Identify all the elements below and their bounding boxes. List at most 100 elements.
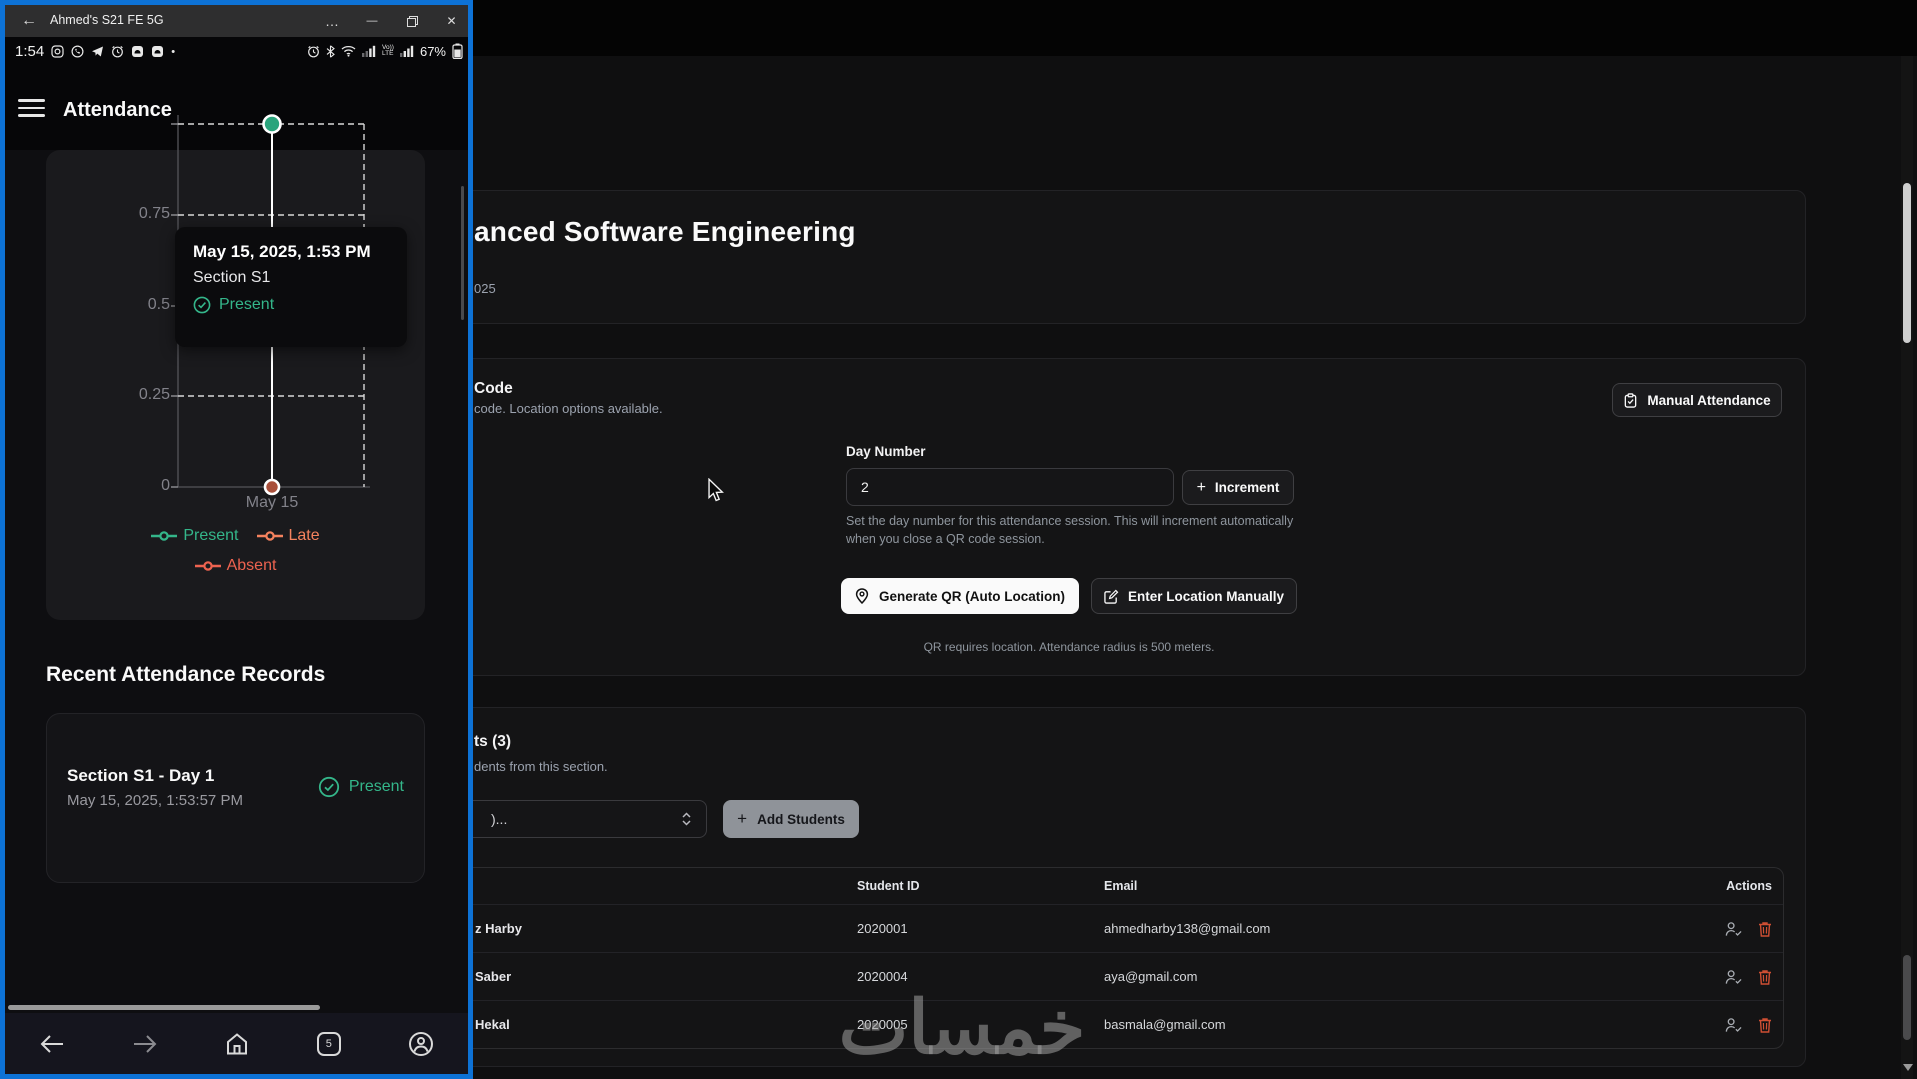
generate-qr-label: Generate QR (Auto Location) (879, 589, 1065, 604)
attendance-chart[interactable] (40, 90, 440, 630)
student-name: Hekal (441, 1017, 857, 1032)
window-maximize-button[interactable] (397, 5, 427, 37)
legend-marker-icon (195, 560, 221, 572)
nav-back-icon[interactable] (39, 1033, 65, 1055)
window-minimize-button[interactable]: — (357, 5, 387, 37)
phone-horizontal-scrollbar[interactable] (8, 1005, 320, 1010)
ellipsis-icon: … (325, 13, 339, 29)
students-subtitle: dents from this section. (474, 759, 608, 774)
alarm-icon (111, 45, 124, 58)
record-status-badge: Present (318, 776, 404, 798)
y-tick-0: 0 (115, 477, 170, 495)
signal-icon (362, 45, 376, 57)
back-arrow-icon: ← (21, 12, 37, 30)
scrollbar-down-arrow-icon[interactable] (1903, 1064, 1913, 1071)
table-header-row: Student ID Email Actions (441, 868, 1783, 904)
watermark: خمسات (832, 985, 1092, 1071)
chart-tooltip: May 15, 2025, 1:53 PM Section S1 Present (175, 227, 407, 347)
generate-qr-button[interactable]: Generate QR (Auto Location) (841, 578, 1079, 614)
window-menu-button[interactable]: … (317, 5, 347, 37)
day-help-line1: Set the day number for this attendance s… (846, 514, 1293, 528)
enter-location-button[interactable]: Enter Location Manually (1091, 578, 1297, 614)
present-data-point (264, 116, 281, 133)
student-email: aya@gmail.com (1104, 969, 1673, 984)
person-check-icon[interactable] (1725, 921, 1742, 937)
maximize-icon (407, 16, 418, 27)
location-pin-icon (855, 588, 869, 604)
absent-data-point (265, 480, 279, 494)
table-row: Saber 2020004 aya@gmail.com (441, 952, 1783, 1000)
col-email: Email (1104, 879, 1673, 893)
phone-window-titlebar[interactable]: ← Ahmed's S21 FE 5G … — ✕ (5, 5, 468, 37)
screen: anced Software Engineering 025 Code code… (0, 0, 1917, 1079)
nav-home-icon[interactable] (225, 1032, 249, 1056)
trash-icon[interactable] (1758, 921, 1772, 937)
students-title: ts (3) (474, 733, 511, 751)
student-name: Saber (441, 969, 857, 984)
window-back-button[interactable]: ← (15, 5, 43, 37)
status-bar-right: Vo))LTE 67% (237, 43, 463, 59)
nav-recents-icon[interactable]: 5 (317, 1032, 341, 1056)
trash-icon[interactable] (1758, 1017, 1772, 1033)
student-email: basmala@gmail.com (1104, 1017, 1673, 1032)
select-chevrons-icon (681, 811, 692, 827)
record-timestamp: May 15, 2025, 1:53:57 PM (67, 792, 243, 809)
qr-footnote: QR requires location. Attendance radius … (841, 640, 1297, 654)
attendance-record-card[interactable]: Section S1 - Day 1 May 15, 2025, 1:53:57… (46, 713, 425, 883)
scrollbar-thumb-secondary[interactable] (1903, 955, 1911, 1040)
increment-button[interactable]: + Increment (1182, 470, 1294, 505)
minimize-icon: — (367, 15, 378, 27)
student-name: z Harby (441, 921, 857, 936)
student-select[interactable]: )... (440, 800, 707, 838)
records-heading: Recent Attendance Records (46, 663, 325, 687)
volte-indicator: Vo))LTE (382, 45, 394, 57)
app-notification-icon (131, 45, 144, 58)
student-id: 2020004 (857, 969, 1104, 984)
scrollbar-thumb[interactable] (1903, 183, 1911, 343)
table-row: Hekal 2020005 basmala@gmail.com (441, 1000, 1783, 1048)
battery-percent: 67% (420, 44, 446, 59)
course-header-panel (430, 190, 1806, 324)
battery-icon (452, 43, 463, 59)
person-check-icon[interactable] (1725, 1017, 1742, 1033)
chart-legend-row1: Present Late (46, 527, 425, 545)
window-close-button[interactable]: ✕ (435, 5, 468, 37)
qr-section-subtitle: code. Location options available. (474, 401, 663, 416)
nav-forward-icon[interactable] (132, 1033, 158, 1055)
record-title: Section S1 - Day 1 (67, 766, 214, 786)
legend-late[interactable]: Late (257, 527, 320, 545)
day-help-line2: when you close a QR code session. (846, 532, 1045, 546)
nav-profile-icon[interactable] (408, 1031, 434, 1057)
more-notifications-dot: • (171, 46, 175, 58)
phone-window-title: Ahmed's S21 FE 5G (50, 13, 164, 27)
increment-label: Increment (1215, 480, 1280, 495)
legend-absent[interactable]: Absent (195, 557, 277, 575)
col-student-id: Student ID (857, 879, 1104, 893)
phone-scrollbar-thumb[interactable] (461, 186, 464, 320)
tooltip-date: May 15, 2025, 1:53 PM (193, 242, 389, 262)
day-number-input[interactable] (846, 468, 1174, 506)
trash-icon[interactable] (1758, 969, 1772, 985)
close-icon: ✕ (446, 14, 456, 28)
y-tick-025: 0.25 (115, 386, 170, 404)
recents-count: 5 (326, 1038, 332, 1050)
person-check-icon[interactable] (1725, 969, 1742, 985)
alarm-icon (307, 45, 320, 58)
tooltip-section: Section S1 (193, 269, 389, 287)
legend-present[interactable]: Present (151, 527, 238, 545)
mouse-cursor (706, 478, 726, 502)
whatsapp-icon (71, 45, 84, 58)
phone-mirror-window: ← Ahmed's S21 FE 5G … — ✕ 1:54 • (0, 0, 473, 1079)
plus-icon: + (737, 809, 747, 829)
legend-marker-icon (257, 530, 283, 542)
record-status: Present (349, 778, 404, 796)
signal-icon (400, 45, 414, 57)
add-students-button[interactable]: + Add Students (723, 800, 859, 838)
enter-location-label: Enter Location Manually (1128, 589, 1284, 604)
wifi-icon (341, 45, 356, 57)
instagram-icon (51, 45, 64, 58)
add-students-label: Add Students (757, 812, 845, 827)
manual-attendance-button[interactable]: Manual Attendance (1612, 383, 1782, 417)
plus-icon: + (1197, 479, 1206, 497)
manual-attendance-label: Manual Attendance (1647, 393, 1770, 408)
